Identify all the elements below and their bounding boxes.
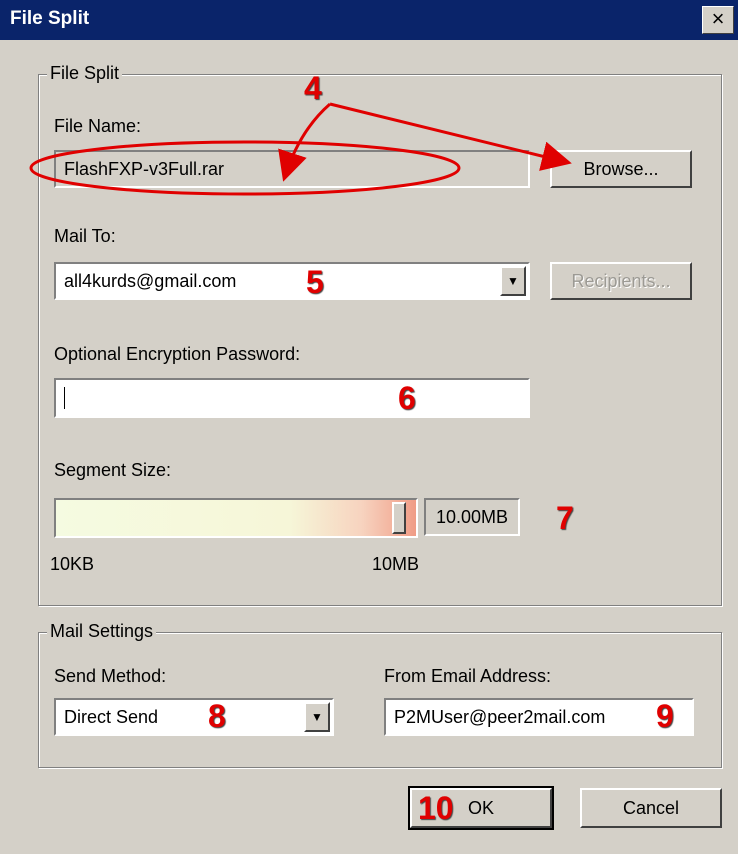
file-name-highlight-ellipse — [29, 140, 461, 196]
annotation-arrow-to-field — [278, 102, 331, 182]
annotation-overlay — [29, 102, 572, 196]
annotation-number-8: 8 — [208, 698, 226, 734]
file-split-dialog: File Split × File Split File Name: Flash… — [0, 0, 738, 854]
annotation-number-10: 10 — [418, 790, 454, 826]
annotation-arrow-to-browse — [329, 102, 572, 171]
annotation-number-7: 7 — [556, 500, 574, 536]
annotation-number-5: 5 — [306, 264, 324, 300]
annotation-number-9: 9 — [656, 698, 674, 734]
annotation-number-4: 4 — [304, 70, 322, 106]
annotation-number-6: 6 — [398, 380, 416, 416]
